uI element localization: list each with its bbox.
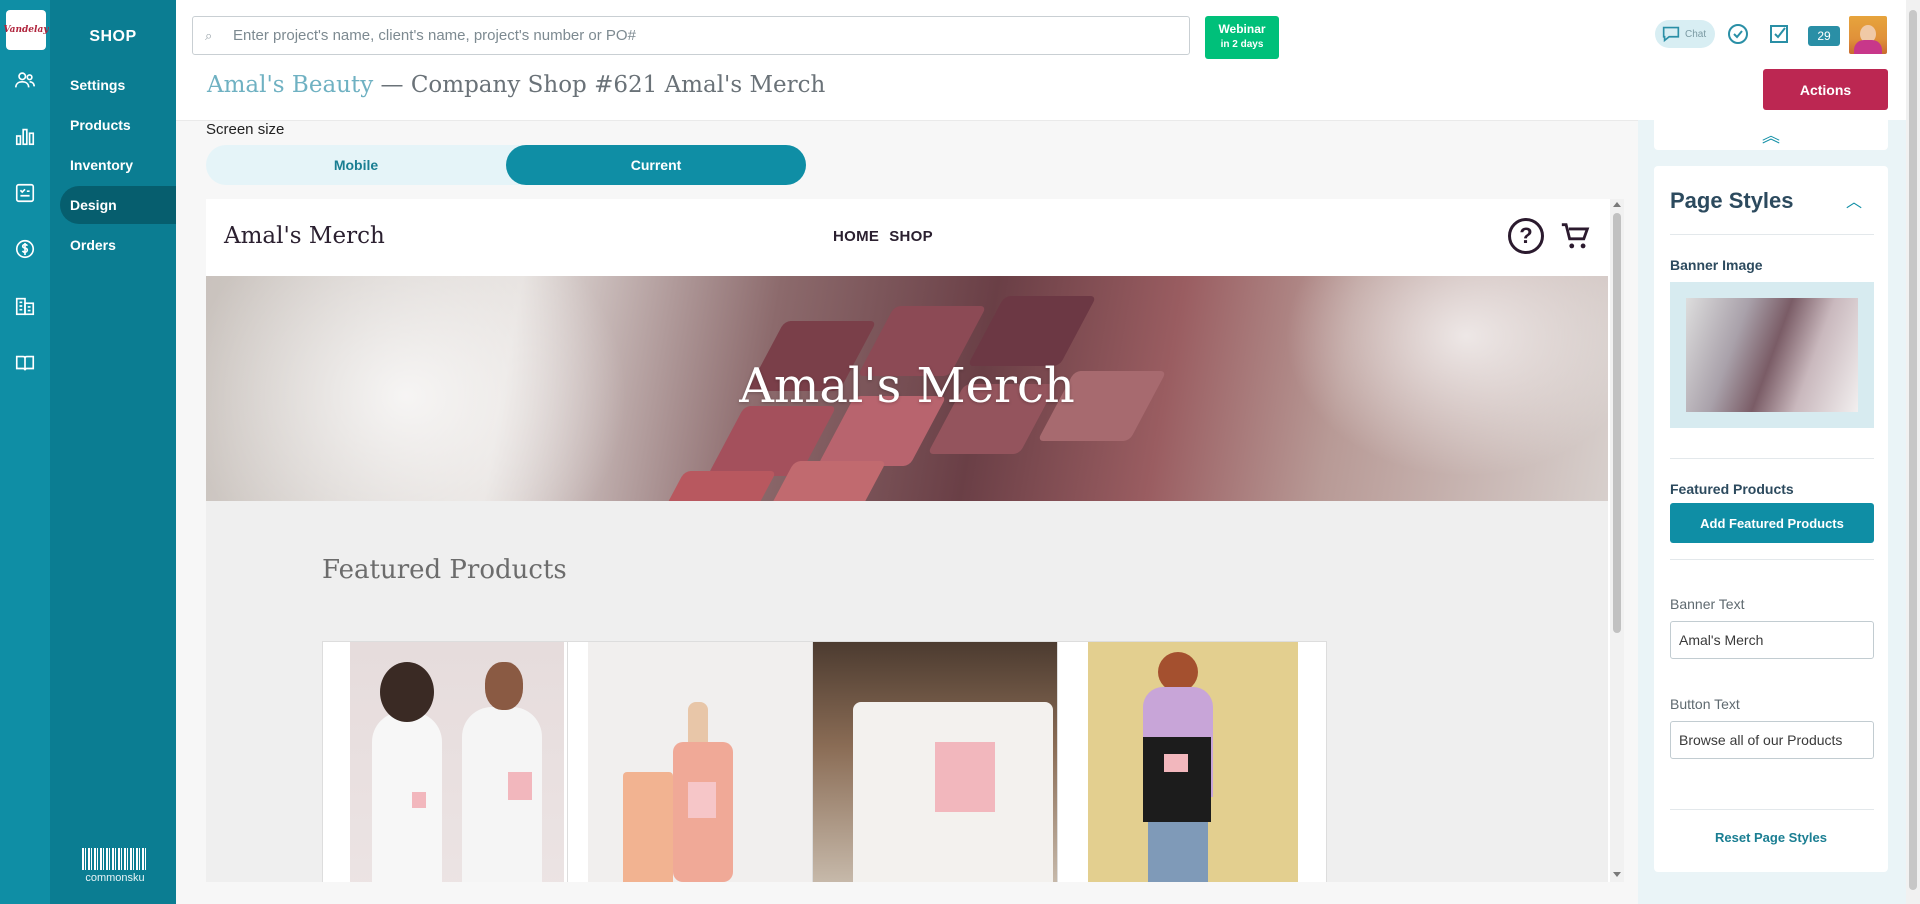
screen-size-label: Screen size: [206, 121, 285, 138]
cart-icon[interactable]: [1559, 219, 1593, 253]
tasks-icon[interactable]: [1767, 22, 1793, 48]
page-styles-card: Page Styles ︿ Banner Image Featured Prod…: [1654, 166, 1888, 872]
subnav-item-products[interactable]: Products: [60, 106, 176, 144]
help-icon[interactable]: ?: [1508, 218, 1544, 254]
product-card-mug[interactable]: [812, 641, 1082, 882]
subnav-item-orders[interactable]: Orders: [60, 226, 176, 264]
clock-check-icon[interactable]: [1726, 22, 1752, 48]
featured-title: Featured Products: [322, 555, 567, 585]
add-featured-products-button[interactable]: Add Featured Products: [1670, 503, 1874, 543]
actions-button[interactable]: Actions: [1763, 69, 1888, 110]
webinar-button[interactable]: Webinar in 2 days: [1205, 16, 1279, 59]
user-avatar[interactable]: [1849, 16, 1887, 54]
bar-chart-icon[interactable]: [13, 124, 37, 148]
page-scrollbar[interactable]: [1906, 0, 1920, 904]
page-title: Amal's Beauty — Company Shop #621 Amal's…: [207, 72, 826, 98]
book-icon[interactable]: [13, 351, 37, 375]
users-icon[interactable]: [13, 68, 37, 92]
subnav-item-inventory[interactable]: Inventory: [60, 146, 176, 184]
commonsku-logo: commonsku: [82, 848, 148, 884]
product-card-tshirt[interactable]: [322, 641, 592, 882]
product-card-tote[interactable]: [1057, 641, 1327, 882]
shop-banner: Amal's Merch: [206, 276, 1608, 501]
nav-shop[interactable]: SHOP: [889, 228, 933, 245]
icon-rail: Vandelay: [0, 0, 50, 904]
banner-text-label: Banner Text: [1670, 596, 1745, 612]
subnav-item-settings[interactable]: Settings: [60, 66, 176, 104]
chevron-up-icon[interactable]: ︿: [1846, 188, 1862, 212]
chat-button[interactable]: Chat: [1655, 20, 1715, 48]
screen-option-mobile[interactable]: Mobile: [206, 145, 506, 185]
banner-image-label: Banner Image: [1670, 257, 1763, 273]
nav-home[interactable]: HOME: [833, 228, 879, 245]
chat-bubble-icon: [1662, 26, 1680, 43]
preview-scrollbar[interactable]: [1610, 199, 1624, 882]
product-card-skincare[interactable]: [567, 641, 837, 882]
search-icon: ⌕: [205, 27, 213, 43]
shop-header: Amal's Merch HOME SHOP ?: [206, 199, 1608, 276]
reset-page-styles-link[interactable]: Reset Page Styles: [1654, 830, 1888, 845]
shop-nav: HOME SHOP: [833, 228, 943, 245]
shop-subnav: SHOP Settings Products Inventory Design …: [50, 0, 176, 904]
screen-size-toggle: Mobile Current: [206, 145, 806, 185]
featured-section: Featured Products: [206, 501, 1608, 882]
building-icon[interactable]: [13, 294, 37, 318]
company-logo[interactable]: Vandelay: [3, 10, 49, 50]
dollar-icon[interactable]: [13, 237, 37, 261]
checklist-icon[interactable]: [13, 181, 37, 205]
section-title: SHOP: [89, 28, 137, 45]
banner-text-field[interactable]: [1670, 621, 1874, 659]
shop-preview-frame: Amal's Merch HOME SHOP ? Amal's Merch Fea…: [206, 199, 1624, 882]
notification-badge[interactable]: 29: [1808, 26, 1840, 46]
button-text-label: Button Text: [1670, 696, 1740, 712]
featured-products-label: Featured Products: [1670, 481, 1794, 497]
screen-option-current[interactable]: Current: [506, 145, 806, 185]
barcode-icon: [82, 848, 148, 870]
collapse-up-icon[interactable]: ︽: [1654, 120, 1888, 150]
search-input[interactable]: [233, 27, 1173, 44]
button-text-field[interactable]: [1670, 721, 1874, 759]
subnav-item-design[interactable]: Design: [60, 186, 176, 224]
page-styles-title: Page Styles: [1670, 188, 1794, 213]
client-link[interactable]: Amal's Beauty: [207, 72, 373, 98]
banner-image-thumbnail[interactable]: [1670, 282, 1874, 428]
shop-brand[interactable]: Amal's Merch: [224, 223, 385, 249]
banner-title: Amal's Merch: [739, 358, 1075, 414]
global-search[interactable]: ⌕: [192, 16, 1190, 55]
